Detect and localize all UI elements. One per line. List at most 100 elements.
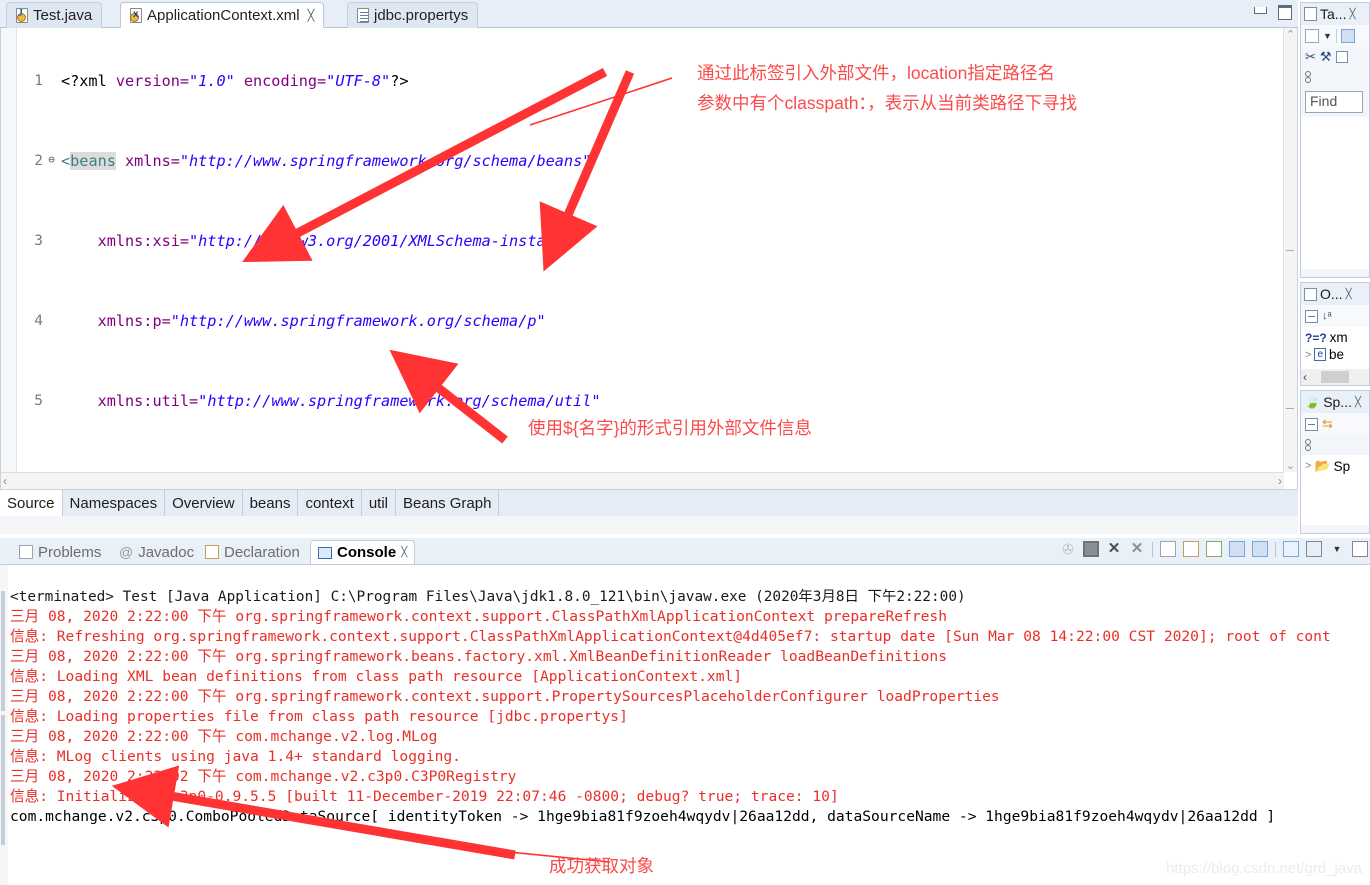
editor-tab-applicationcontext-xml[interactable]: ApplicationContext.xml ╳ [120, 2, 325, 28]
watermark: https://blog.csdn.net/grd_java [1166, 860, 1362, 877]
tab-filler [499, 490, 1298, 516]
close-icon[interactable]: ╳ [308, 9, 315, 22]
console-result-line: com.mchange.v2.c3p0.ComboPooledDataSourc… [10, 808, 1276, 825]
minimize-icon[interactable] [1252, 4, 1268, 18]
annotation-note-1-line-1: 通过此标签引入外部文件，location指定路径名 [697, 63, 1055, 83]
close-icon[interactable]: ╳ [1346, 289, 1352, 300]
tree-item[interactable]: ?=? xm [1303, 329, 1367, 346]
tab-javadoc[interactable]: @ Javadoc [112, 540, 201, 564]
tree-item[interactable]: > e be [1303, 346, 1367, 363]
tasks-view-title[interactable]: Ta... ╳ [1301, 3, 1369, 25]
console-line: 三月 08, 2020 2:22:00 下午 org.springframewo… [10, 648, 947, 665]
console-text[interactable]: <terminated> Test [Java Application] C:\… [10, 567, 1366, 867]
show-console-on-error-icon[interactable] [1252, 541, 1268, 557]
editor-tab-bar: Test.java ApplicationContext.xml ╳ jdbc.… [0, 0, 1298, 28]
tab-beans[interactable]: beans [242, 490, 299, 516]
outline-toolbar: ↓ᵃ [1301, 305, 1369, 327]
console-line: 信息: MLog clients using java 1.4+ standar… [10, 748, 461, 765]
scroll-up-icon[interactable]: ⌃ [1286, 28, 1295, 41]
word-wrap-icon[interactable] [1206, 541, 1222, 557]
tab-beans-graph[interactable]: Beans Graph [396, 490, 500, 516]
code-line: 5 xmlns:util="http://www.springframework… [17, 391, 1267, 411]
javadoc-icon: @ [119, 544, 134, 560]
editor-horizontal-scrollbar[interactable]: ‹ › [1, 472, 1284, 489]
filter-icon[interactable] [1340, 29, 1355, 43]
tab-source[interactable]: Source [0, 490, 63, 516]
chevron-down-icon[interactable]: ▼ [1323, 31, 1332, 41]
maximize-icon[interactable] [1276, 4, 1292, 20]
xml-file-icon [130, 7, 142, 23]
configure-columns-icon[interactable]: ⚒ [1320, 49, 1332, 65]
new-task-icon[interactable] [1305, 29, 1319, 43]
tree-item-label: be [1329, 347, 1345, 362]
element-icon: e [1314, 348, 1326, 361]
remove-launch-icon[interactable]: ✕ [1106, 541, 1122, 557]
processing-instruction-icon: ?=? [1305, 330, 1327, 345]
pin-console-icon[interactable] [1283, 541, 1299, 557]
outline-tree[interactable]: ?=? xm > e be [1301, 327, 1369, 369]
code-line: 1 <?xml version="1.0" encoding="UTF-8"?> [17, 71, 1267, 91]
spring-explorer-tree[interactable]: > 📂 Sp [1301, 455, 1369, 525]
terminate-all-icon[interactable]: ✇ [1060, 541, 1076, 557]
open-console-icon[interactable] [1352, 541, 1368, 557]
scroll-right-icon[interactable]: › [1278, 474, 1282, 488]
declaration-icon [205, 545, 219, 559]
editor-area: Test.java ApplicationContext.xml ╳ jdbc.… [0, 0, 1298, 534]
display-selected-console-icon[interactable] [1306, 541, 1322, 557]
spring-explorer-toolbar-2 [1301, 435, 1369, 455]
collapse-all-icon[interactable] [1305, 417, 1318, 431]
tab-problems[interactable]: Problems [12, 540, 108, 564]
show-console-on-output-icon[interactable] [1229, 541, 1245, 557]
view-menu-icon[interactable] [1335, 51, 1348, 63]
tree-item[interactable]: > 📂 Sp [1303, 457, 1367, 475]
remove-all-terminated-icon[interactable]: ✕ [1129, 541, 1145, 557]
tasks-toolbar: ▼ [1301, 25, 1369, 47]
outline-view-title[interactable]: O... ╳ [1301, 283, 1369, 305]
tab-context[interactable]: context [298, 490, 362, 516]
link-with-editor-icon[interactable]: ⇆ [1322, 416, 1333, 432]
view-menu-dots-icon[interactable] [1305, 438, 1311, 452]
collapse-all-icon[interactable] [1305, 309, 1318, 323]
scroll-left-icon[interactable]: ‹ [1303, 370, 1307, 384]
spring-explorer-icon: 🍃 [1304, 394, 1321, 409]
tasks-list[interactable] [1301, 117, 1369, 269]
tab-console[interactable]: Console ╳ [310, 540, 416, 564]
console-output[interactable]: <terminated> Test [Java Application] C:\… [0, 564, 1370, 885]
annotation-note-3: 成功获取对象 [549, 856, 654, 876]
overview-ruler-mark [1286, 250, 1294, 251]
tab-declaration[interactable]: Declaration [198, 540, 307, 564]
tab-label: Source [7, 494, 55, 512]
tab-namespaces[interactable]: Namespaces [62, 490, 166, 516]
tab-label: Problems [38, 543, 102, 561]
editor-page-tabs: Source Namespaces Overview beans context… [0, 490, 1298, 516]
editor-tab-test-java[interactable]: Test.java [6, 2, 103, 28]
close-icon[interactable]: ╳ [401, 547, 407, 558]
fold-toggle-icon[interactable]: ⊖ [46, 154, 57, 165]
spring-explorer-title[interactable]: 🍃 Sp... ╳ [1301, 391, 1369, 413]
scroll-down-icon[interactable]: ⌄ [1286, 459, 1295, 472]
find-input[interactable]: Find [1305, 91, 1363, 113]
editor-tab-jdbc-propertys[interactable]: jdbc.propertys [347, 2, 479, 28]
delete-icon[interactable]: ✂ [1305, 49, 1316, 65]
tab-util[interactable]: util [361, 490, 397, 516]
close-icon[interactable]: ╳ [1355, 397, 1361, 408]
tab-overview[interactable]: Overview [165, 490, 243, 516]
scroll-left-icon[interactable]: ‹ [3, 474, 7, 488]
scrollbar-thumb[interactable] [1321, 371, 1349, 383]
close-icon[interactable]: ╳ [1349, 9, 1355, 20]
expand-arrow-icon[interactable]: > [1305, 460, 1311, 472]
console-menu-dropdown-icon[interactable]: ▼ [1329, 541, 1345, 557]
outline-horizontal-scrollbar[interactable]: ‹ [1301, 369, 1369, 385]
terminate-icon[interactable] [1083, 541, 1099, 557]
console-line: 信息: Initializing c3p0-0.9.5.5 [built 11-… [10, 788, 839, 805]
clear-console-icon[interactable] [1160, 541, 1176, 557]
scroll-lock-icon[interactable] [1183, 541, 1199, 557]
tab-label: util [368, 494, 389, 512]
view-menu-dots-icon[interactable] [1305, 70, 1311, 84]
tab-label: context [305, 494, 354, 512]
expand-arrow-icon[interactable]: > [1305, 349, 1311, 361]
sort-icon[interactable]: ↓ᵃ [1322, 310, 1332, 322]
code-text[interactable]: 1 <?xml version="1.0" encoding="UTF-8"?> … [17, 31, 1267, 469]
console-toolbar: ✇ ✕ ✕ ▼ [1060, 541, 1368, 557]
editor-tab-label: jdbc.propertys [374, 7, 469, 24]
